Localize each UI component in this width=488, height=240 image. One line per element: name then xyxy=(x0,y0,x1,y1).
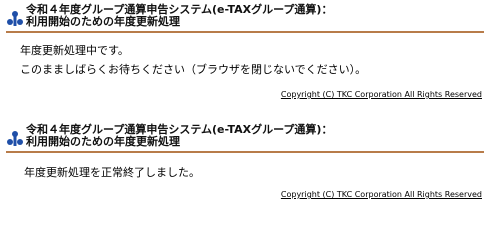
page-header: 令和４年度グループ通算申告システム(e-TAXグループ通算)： 利用開始のための… xyxy=(6,2,484,30)
header-divider xyxy=(6,31,484,33)
tkc-logo-icon xyxy=(7,11,23,26)
processing-panel: 令和４年度グループ通算申告システム(e-TAXグループ通算)： 利用開始のための… xyxy=(0,0,488,104)
wait-instruction: このまましばらくお待ちください（ブラウザを閉じないでください）。 xyxy=(20,63,367,76)
header-divider xyxy=(6,151,484,153)
page-title-line2: 利用開始のための年度更新処理 xyxy=(26,135,180,148)
page-header: 令和４年度グループ通算申告システム(e-TAXグループ通算)： 利用開始のための… xyxy=(6,122,484,150)
page-title-line2: 利用開始のための年度更新処理 xyxy=(26,15,180,28)
copyright-notice: Copyright (C) TKC Corporation All Rights… xyxy=(280,90,482,99)
completed-panel: 令和４年度グループ通算申告システム(e-TAXグループ通算)： 利用開始のための… xyxy=(0,120,488,208)
tkc-logo-icon xyxy=(7,131,23,146)
copyright-notice: Copyright (C) TKC Corporation All Rights… xyxy=(280,190,482,199)
status-message: 年度更新処理中です。 xyxy=(20,44,129,57)
status-message: 年度更新処理を正常終了しました。 xyxy=(24,166,200,179)
